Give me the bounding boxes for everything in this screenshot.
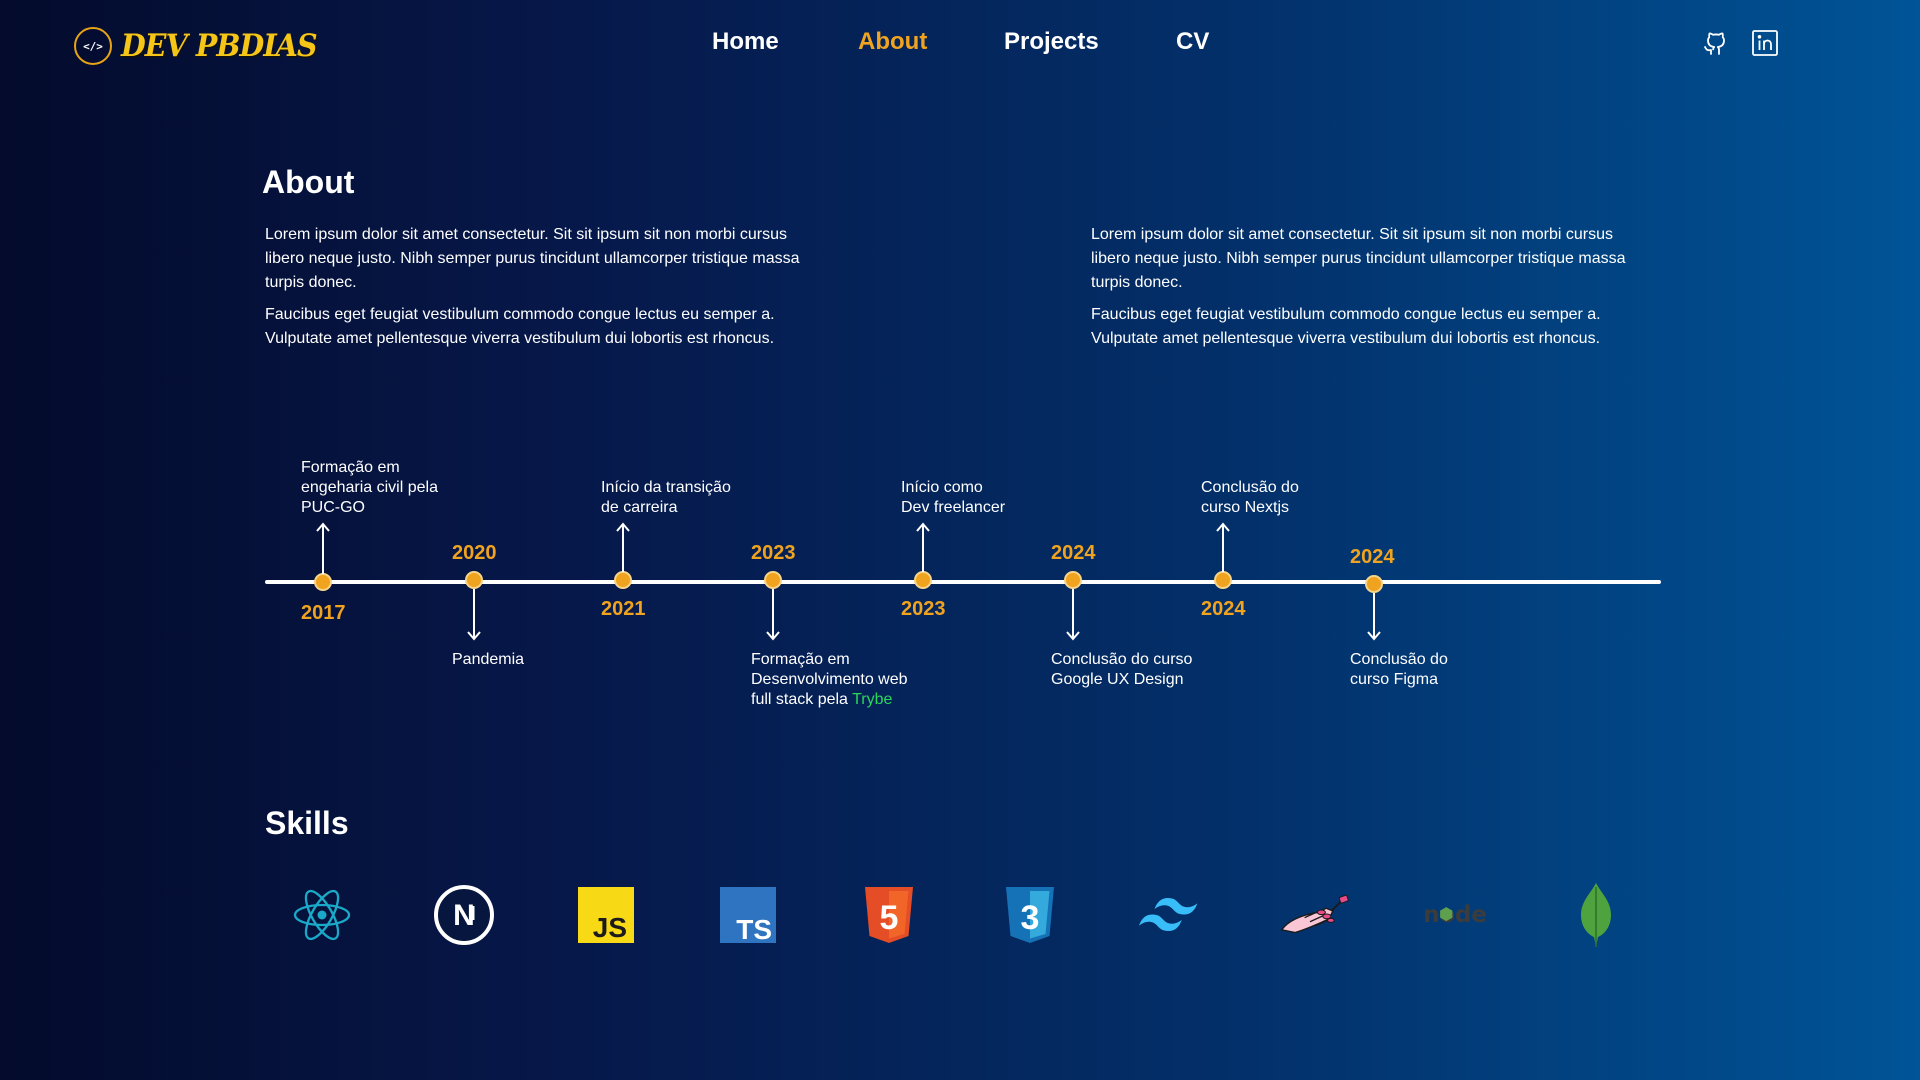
about-title: About xyxy=(262,164,355,200)
career-timeline: Formação em engeharia civil pela PUC-GO … xyxy=(0,440,1920,740)
nodejs-icon: node xyxy=(1420,880,1490,950)
timeline-event-text: Formação em Desenvolvimento web full sta… xyxy=(751,651,908,708)
linkedin-icon[interactable] xyxy=(1750,28,1780,58)
typescript-icon: TS xyxy=(713,880,783,950)
arrow-up-icon xyxy=(316,522,330,574)
svg-text:3: 3 xyxy=(1021,899,1040,937)
arrow-up-icon xyxy=(916,522,930,572)
svg-text:5: 5 xyxy=(880,899,899,937)
arrow-down-icon xyxy=(1066,589,1080,641)
html5-icon: 5 xyxy=(854,880,924,950)
nextjs-icon: N xyxy=(429,880,499,950)
timeline-event-text: Pandemia xyxy=(452,651,525,668)
timeline-event-text: Conclusão do curso Figma xyxy=(1350,651,1448,688)
nav-about[interactable]: About xyxy=(858,28,927,56)
timeline-dot[interactable] xyxy=(614,571,632,589)
timeline-year: 2023 xyxy=(901,598,946,620)
skills-list: N JS TS 5 3 node xyxy=(0,880,1920,950)
timeline-year: 2024 xyxy=(1350,546,1395,568)
timeline-event-text: Início como Dev freelancer xyxy=(901,479,1006,516)
about-right-paragraph-1: Lorem ipsum dolor sit amet consectetur. … xyxy=(1091,226,1626,291)
svg-text:TS: TS xyxy=(736,914,772,943)
timeline-event-text: Conclusão do curso Google UX Design xyxy=(1051,651,1193,688)
arrow-down-icon xyxy=(1367,593,1381,641)
svg-text:node: node xyxy=(1423,902,1487,928)
timeline-event-text: Formação em engeharia civil pela PUC-GO xyxy=(301,459,438,516)
timeline-event-text: Início da transição de carreira xyxy=(601,479,731,516)
arrow-down-icon xyxy=(766,589,780,641)
timeline-dot[interactable] xyxy=(1064,571,1082,589)
arrow-up-icon xyxy=(616,522,630,572)
timeline-dot[interactable] xyxy=(764,571,782,589)
svg-text:JS: JS xyxy=(593,912,627,943)
main-nav: Home About Projects CV xyxy=(0,28,1920,62)
css3-icon: 3 xyxy=(995,880,1065,950)
timeline-dot[interactable] xyxy=(465,571,483,589)
timeline-year: 2021 xyxy=(601,598,646,620)
timeline-dot[interactable] xyxy=(314,573,332,591)
mongodb-icon xyxy=(1561,880,1631,950)
timeline-year: 2020 xyxy=(452,542,497,564)
timeline-year: 2023 xyxy=(751,542,796,564)
timeline-year: 2024 xyxy=(1051,542,1096,564)
github-icon[interactable] xyxy=(1700,28,1730,58)
javascript-icon: JS xyxy=(571,880,641,950)
timeline-dot[interactable] xyxy=(1214,571,1232,589)
react-icon xyxy=(287,880,357,950)
timeline-year: 2024 xyxy=(1201,598,1246,620)
arrow-down-icon xyxy=(467,589,481,641)
timeline-year: 2017 xyxy=(301,602,346,624)
nav-home[interactable]: Home xyxy=(712,28,779,56)
about-left-paragraph-1: Lorem ipsum dolor sit amet consectetur. … xyxy=(265,226,800,291)
about-right-paragraph-2: Faucibus eget feugiat vestibulum commodo… xyxy=(1091,306,1601,347)
styled-components-icon xyxy=(1279,880,1349,950)
timeline-dot[interactable] xyxy=(914,571,932,589)
nav-cv[interactable]: CV xyxy=(1176,28,1209,56)
nav-projects[interactable]: Projects xyxy=(1004,28,1099,56)
timeline-event-text: Conclusão do curso Nextjs xyxy=(1201,479,1299,516)
tailwind-icon xyxy=(1137,880,1207,950)
timeline-dot[interactable] xyxy=(1365,575,1383,593)
about-left-paragraph-2: Faucibus eget feugiat vestibulum commodo… xyxy=(265,306,775,347)
arrow-up-icon xyxy=(1216,522,1230,572)
trybe-highlight: Trybe xyxy=(852,691,893,708)
skills-title: Skills xyxy=(265,805,349,841)
